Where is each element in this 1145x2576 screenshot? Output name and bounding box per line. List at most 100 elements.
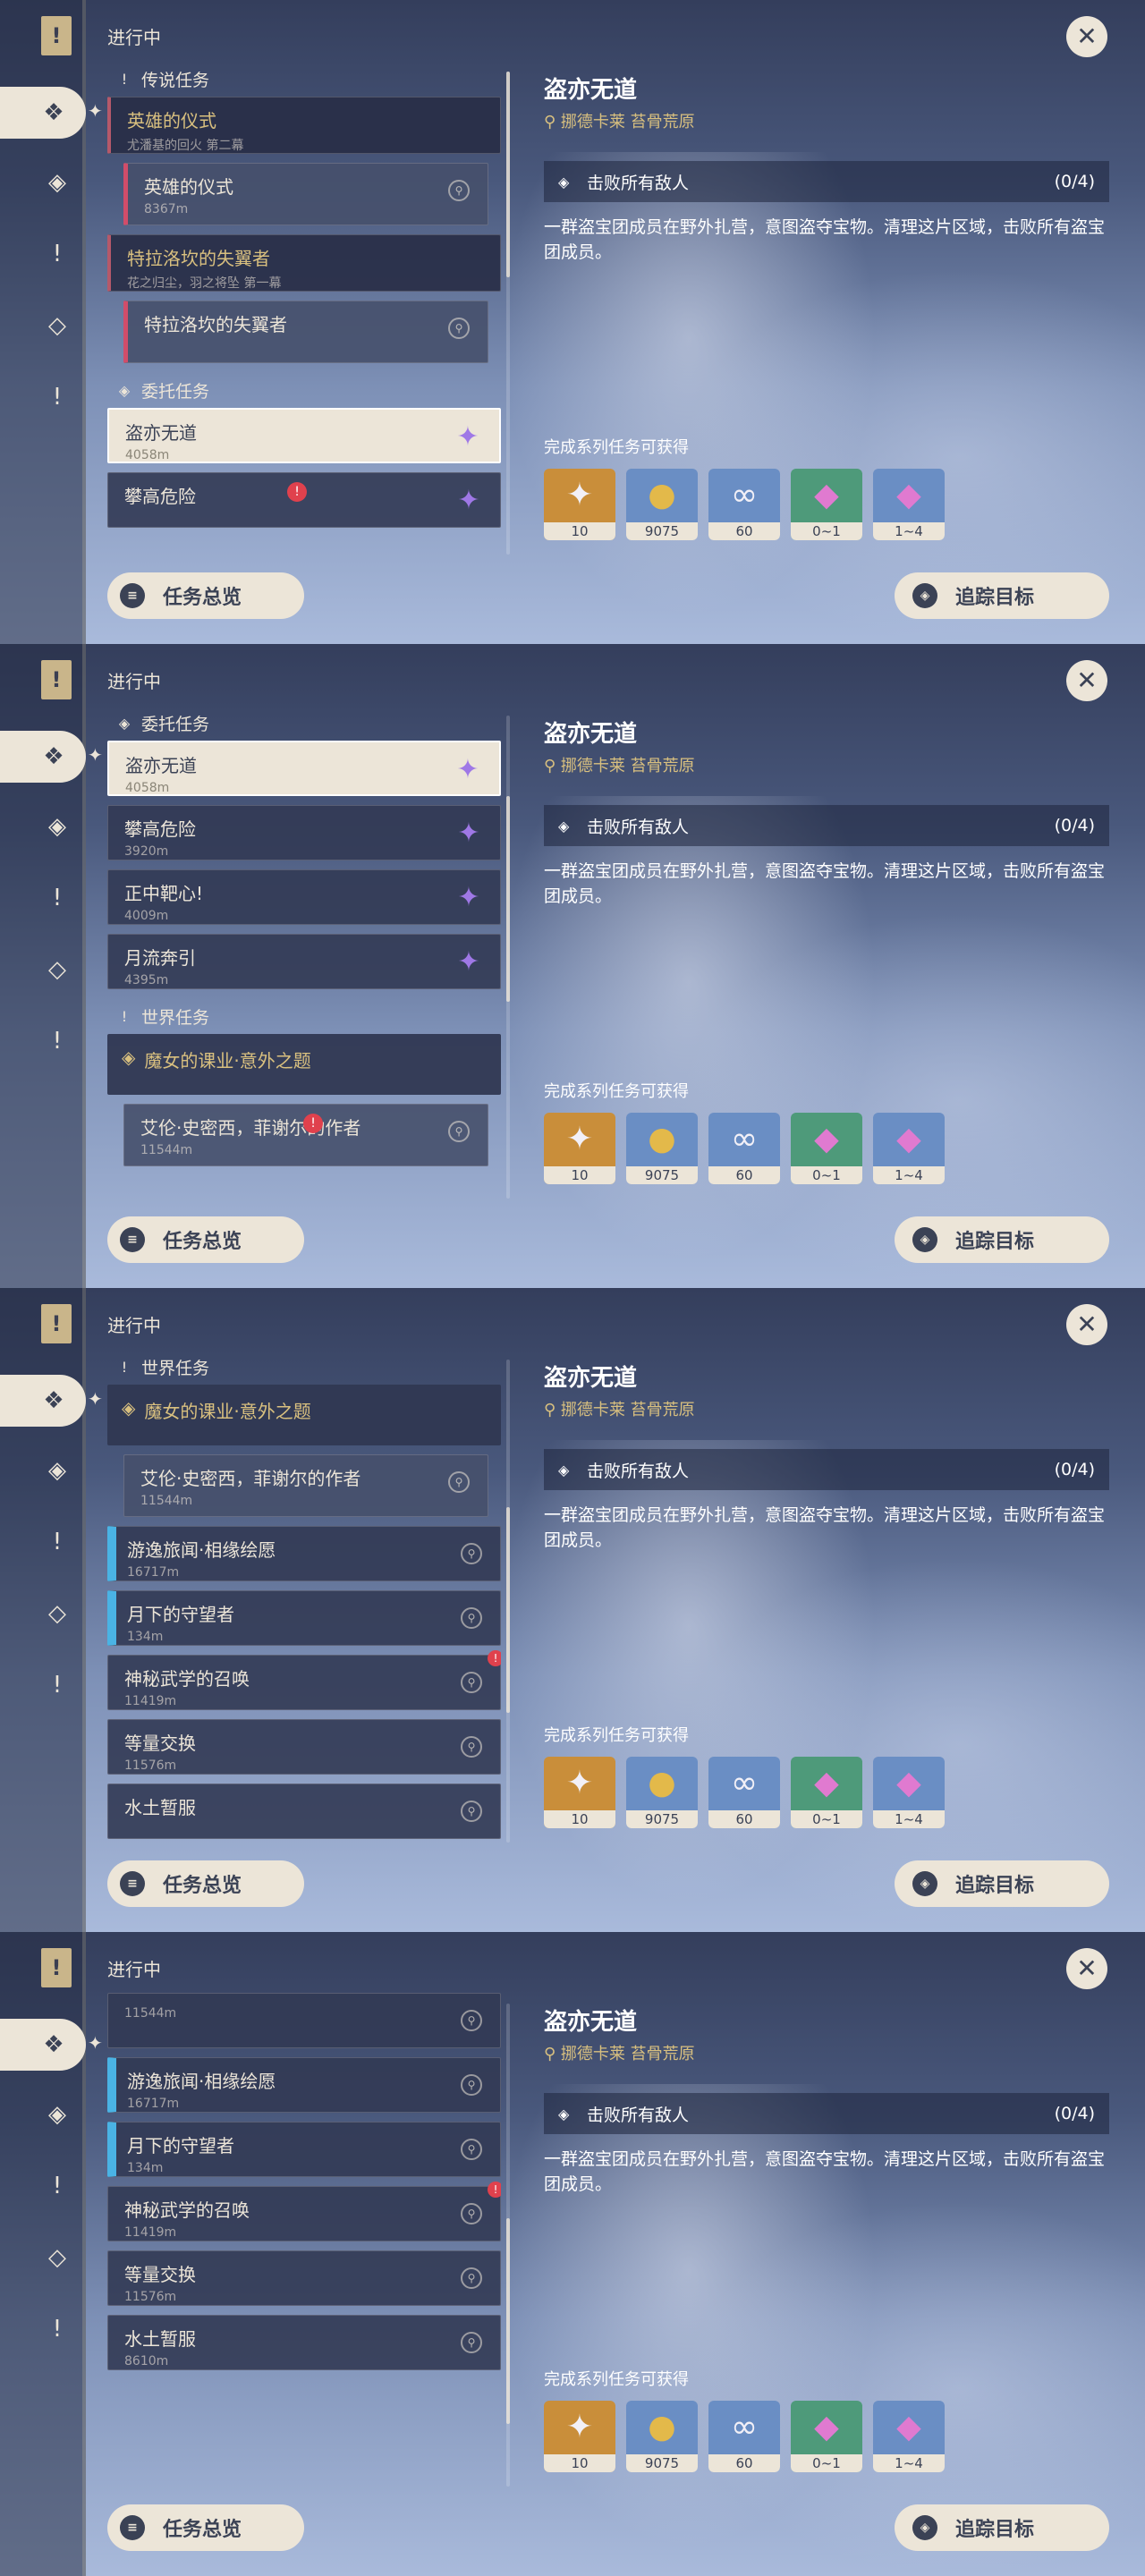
quest-chapter[interactable]: ◈ 魔女的课业·意外之题 bbox=[107, 1385, 501, 1445]
quest-list-item[interactable]: 艾伦·史密西，菲谢尔的作者 11544m ⚲ bbox=[123, 1454, 488, 1517]
quest-list-item[interactable]: 正中靶心! 4009m ✦ bbox=[107, 869, 501, 925]
quest-list-item[interactable]: 游逸旅闻·相缘绘愿 16717m ⚲ bbox=[107, 1526, 501, 1581]
list-scrollbar-thumb[interactable] bbox=[506, 1507, 510, 1713]
quest-list-item[interactable]: 英雄的仪式 8367m ⚲ bbox=[123, 163, 488, 225]
category-commission-button[interactable]: ◇ bbox=[32, 945, 82, 995]
category-all-button[interactable]: ❖ bbox=[0, 87, 86, 139]
track-target-button[interactable]: ◈ 追踪目标 bbox=[895, 572, 1109, 619]
quest-list-item[interactable]: 月下的守望者 134m ⚲ bbox=[107, 1590, 501, 1646]
quest-list-item[interactable]: 攀高危险 3920m ✦ bbox=[107, 805, 501, 860]
category-archon-button[interactable]: ◈ bbox=[32, 801, 82, 852]
reward-item[interactable]: ◆ 0~1 bbox=[791, 1113, 862, 1184]
track-target-button[interactable]: ◈ 追踪目标 bbox=[895, 2504, 1109, 2551]
location-pin-icon[interactable]: ⚲ bbox=[461, 1736, 482, 1758]
location-pin-icon[interactable]: ⚲ bbox=[448, 1121, 470, 1142]
list-scrollbar-thumb[interactable] bbox=[506, 796, 510, 1002]
quest-list[interactable]: ! 传说任务 英雄的仪式 尤潘基的回火 第二幕 英雄的仪式 8367m ⚲ 特拉洛坎的失翼者花… bbox=[107, 61, 501, 553]
category-commission-button[interactable]: ◇ bbox=[32, 2233, 82, 2283]
close-button[interactable]: ✕ bbox=[1066, 16, 1107, 57]
category-world-button[interactable]: ! bbox=[32, 1016, 82, 1066]
reward-item[interactable]: ∞ 60 bbox=[708, 469, 780, 540]
reward-item[interactable]: ✦ 10 bbox=[544, 469, 615, 540]
quest-list-item[interactable]: 艾伦·史密西，菲谢尔的作者 11544m ⚲! bbox=[123, 1104, 488, 1166]
reward-item[interactable]: ● 9075 bbox=[626, 469, 698, 540]
reward-item[interactable]: ● 9075 bbox=[626, 2401, 698, 2472]
category-world-button[interactable]: ! bbox=[32, 1660, 82, 1710]
quest-list[interactable]: 11544m ⚲ 游逸旅闻·相缘绘愿 16717m ⚲ 月下的守望者 134m ⚲ 神秘武学的召… bbox=[107, 1993, 501, 2485]
close-button[interactable]: ✕ bbox=[1066, 1948, 1107, 1989]
reward-item[interactable]: ◆ 0~1 bbox=[791, 1757, 862, 1828]
category-archon-button[interactable]: ◈ bbox=[32, 1445, 82, 1496]
reward-item[interactable]: ✦ 10 bbox=[544, 1113, 615, 1184]
category-story-button[interactable]: ! bbox=[32, 873, 82, 923]
quest-list-item[interactable]: 英雄的仪式 尤潘基的回火 第二幕 bbox=[107, 97, 501, 154]
reward-item[interactable]: ◆ 1~4 bbox=[873, 2401, 945, 2472]
quest-list-item[interactable]: 等量交换 11576m ⚲ bbox=[107, 2250, 501, 2306]
reward-item[interactable]: ◆ 1~4 bbox=[873, 1757, 945, 1828]
location-pin-icon[interactable]: ⚲ bbox=[461, 2267, 482, 2289]
location-pin-icon[interactable]: ⚲ bbox=[461, 2332, 482, 2353]
location-pin-icon[interactable]: ⚲ bbox=[461, 2139, 482, 2160]
category-archon-button[interactable]: ◈ bbox=[32, 2089, 82, 2140]
quest-overview-button[interactable]: ≡ 任务总览 bbox=[107, 1860, 304, 1907]
location-pin-icon[interactable]: ⚲ bbox=[448, 1471, 470, 1493]
quest-list-item[interactable]: 特拉洛坎的失翼者 ⚲ bbox=[123, 301, 488, 363]
reward-item[interactable]: ∞ 60 bbox=[708, 1757, 780, 1828]
reward-item[interactable]: ✦ 10 bbox=[544, 2401, 615, 2472]
close-button[interactable]: ✕ bbox=[1066, 1304, 1107, 1345]
list-scrollbar-thumb[interactable] bbox=[506, 72, 510, 277]
quest-list-item[interactable]: 攀高危险 ✦! bbox=[107, 472, 501, 528]
quest-overview-button[interactable]: ≡ 任务总览 bbox=[107, 1216, 304, 1263]
quest-list-item[interactable]: 神秘武学的召唤 11419m ⚲! bbox=[107, 1650, 501, 1710]
reward-item[interactable]: ◆ 0~1 bbox=[791, 469, 862, 540]
quest-list-item[interactable]: 水土暂服 8610m ⚲ bbox=[107, 2315, 501, 2370]
location-pin-icon[interactable]: ⚲ bbox=[461, 2074, 482, 2096]
quest-chapter[interactable]: ◈ 魔女的课业·意外之题 bbox=[107, 1034, 501, 1095]
reward-item[interactable]: ✦ 10 bbox=[544, 1757, 615, 1828]
category-story-button[interactable]: ! bbox=[32, 229, 82, 279]
reward-item[interactable]: ● 9075 bbox=[626, 1757, 698, 1828]
category-archon-button[interactable]: ◈ bbox=[32, 157, 82, 208]
location-pin-icon[interactable]: ⚲ bbox=[461, 1607, 482, 1629]
track-target-button[interactable]: ◈ 追踪目标 bbox=[895, 1216, 1109, 1263]
quest-list-item[interactable]: 等量交换 11576m ⚲ bbox=[107, 1719, 501, 1775]
category-world-button[interactable]: ! bbox=[32, 372, 82, 422]
list-scrollbar-thumb[interactable] bbox=[506, 2218, 510, 2424]
category-all-button[interactable]: ❖ bbox=[0, 2019, 86, 2071]
quest-list-item[interactable]: 神秘武学的召唤 11419m ⚲! bbox=[107, 2182, 501, 2241]
quest-overview-button[interactable]: ≡ 任务总览 bbox=[107, 2504, 304, 2551]
category-story-button[interactable]: ! bbox=[32, 1517, 82, 1567]
location-pin-icon[interactable]: ⚲ bbox=[461, 1543, 482, 1564]
quest-list-item[interactable]: 11544m ⚲ bbox=[107, 1993, 501, 2048]
location-pin-icon[interactable]: ⚲ bbox=[448, 318, 470, 339]
category-all-button[interactable]: ❖ bbox=[0, 1375, 86, 1427]
reward-item[interactable]: ◆ 0~1 bbox=[791, 2401, 862, 2472]
quest-list-item[interactable]: 水土暂服 ⚲ bbox=[107, 1784, 501, 1839]
reward-item[interactable]: ◆ 1~4 bbox=[873, 469, 945, 540]
location-pin-icon[interactable]: ⚲ bbox=[461, 1672, 482, 1693]
reward-item[interactable]: ∞ 60 bbox=[708, 2401, 780, 2472]
quest-list-item[interactable]: 游逸旅闻·相缘绘愿 16717m ⚲ bbox=[107, 2057, 501, 2113]
quest-list-item[interactable]: 盗亦无道 4058m ✦ bbox=[107, 408, 501, 463]
reward-item[interactable]: ● 9075 bbox=[626, 1113, 698, 1184]
quest-list[interactable]: ◈ 委托任务 盗亦无道 4058m ✦ 攀高危险 3920m ✦ 正中靶心! 4009m ✦ 月流奔引… bbox=[107, 705, 501, 1197]
category-story-button[interactable]: ! bbox=[32, 2161, 82, 2211]
location-pin-icon[interactable]: ⚲ bbox=[461, 2203, 482, 2224]
quest-overview-button[interactable]: ≡ 任务总览 bbox=[107, 572, 304, 619]
location-pin-icon[interactable]: ⚲ bbox=[461, 1801, 482, 1822]
location-pin-icon[interactable]: ⚲ bbox=[448, 180, 470, 201]
reward-item[interactable]: ∞ 60 bbox=[708, 1113, 780, 1184]
quest-list-item[interactable]: 月下的守望者 134m ⚲ bbox=[107, 2122, 501, 2177]
track-target-button[interactable]: ◈ 追踪目标 bbox=[895, 1860, 1109, 1907]
category-commission-button[interactable]: ◇ bbox=[32, 1589, 82, 1639]
close-button[interactable]: ✕ bbox=[1066, 660, 1107, 701]
category-all-button[interactable]: ❖ bbox=[0, 731, 86, 783]
quest-list-item[interactable]: 月流奔引 4395m ✦ bbox=[107, 934, 501, 989]
quest-list[interactable]: ! 世界任务 ◈ 魔女的课业·意外之题 艾伦·史密西，菲谢尔的作者 11544m ⚲ 游逸旅闻… bbox=[107, 1349, 501, 1841]
quest-list-item[interactable]: 盗亦无道 4058m ✦ bbox=[107, 741, 501, 796]
category-world-button[interactable]: ! bbox=[32, 2304, 82, 2354]
category-commission-button[interactable]: ◇ bbox=[32, 301, 82, 351]
reward-item[interactable]: ◆ 1~4 bbox=[873, 1113, 945, 1184]
location-pin-icon[interactable]: ⚲ bbox=[461, 2010, 482, 2031]
quest-list-item[interactable]: 特拉洛坎的失翼者 花之归尘，羽之将坠 第一幕 bbox=[107, 234, 501, 292]
